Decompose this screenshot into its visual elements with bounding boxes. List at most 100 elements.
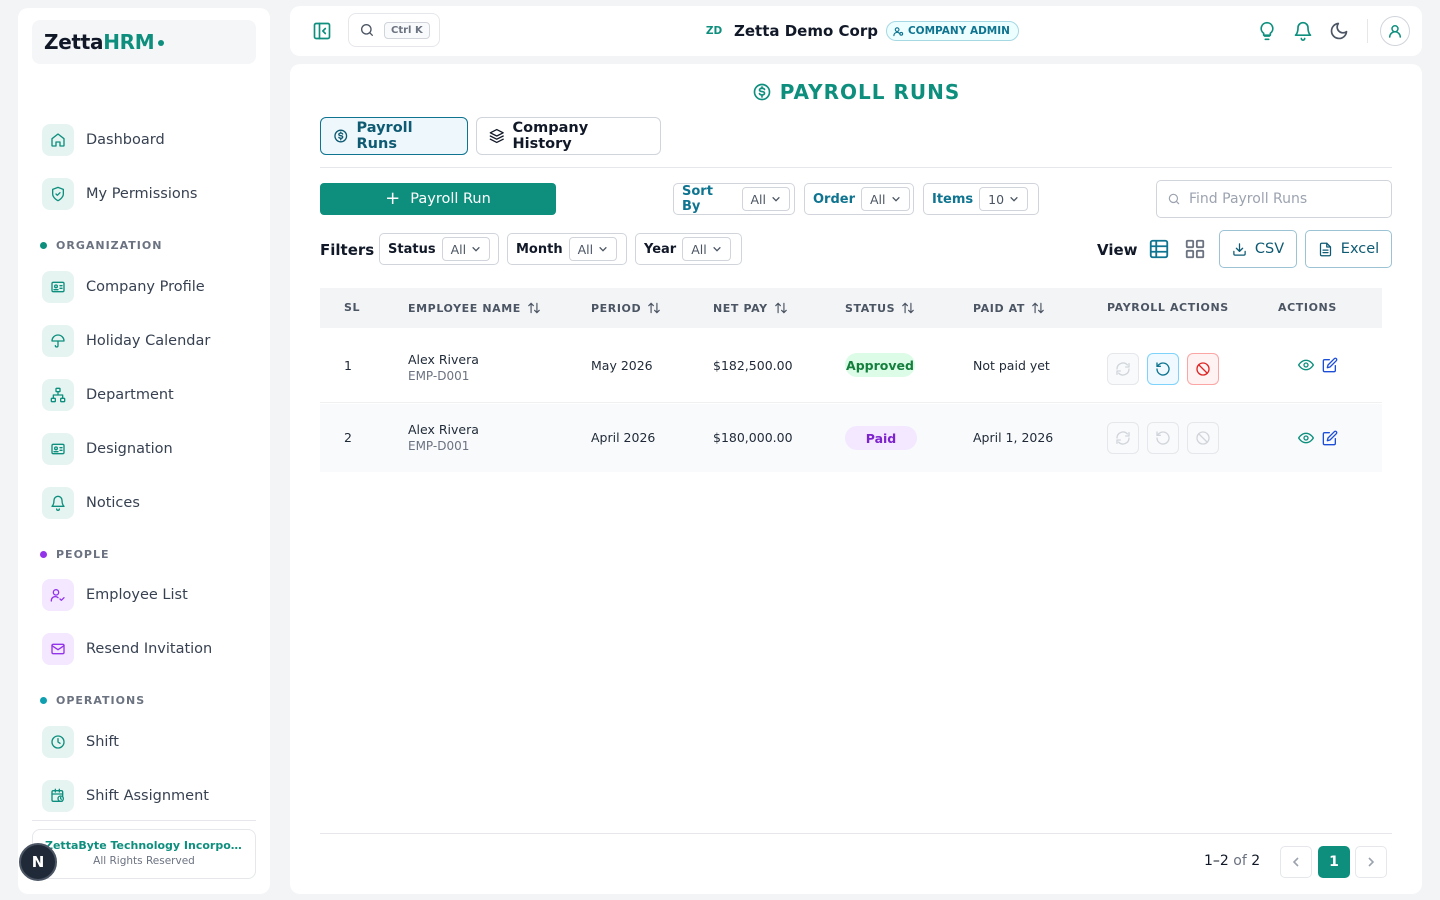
sidebar-item-shift[interactable]: Shift — [42, 725, 119, 759]
select-label: Month — [516, 241, 563, 257]
sidebar-item-department[interactable]: Department — [42, 378, 174, 412]
cell-paid-at: April 1, 2026 — [973, 430, 1054, 445]
cancel-run-button[interactable] — [1187, 422, 1219, 454]
chevron-down-icon — [772, 196, 780, 202]
chevron-down-icon — [599, 246, 607, 252]
user-avatar-button[interactable] — [1380, 16, 1410, 46]
company-initials: ZD — [705, 25, 723, 37]
user-icon — [1389, 25, 1401, 38]
cell-sl: 2 — [344, 430, 352, 445]
next-page-button[interactable] — [1355, 846, 1387, 878]
cell-paid-at: Not paid yet — [973, 358, 1050, 373]
dollar-circle-icon — [753, 83, 771, 101]
keyboard-shortcut: Ctrl K — [384, 21, 430, 39]
tab-payroll-runs[interactable]: Payroll Runs — [320, 117, 468, 155]
pagination-info: 1–2 of 2 — [1204, 853, 1260, 869]
column-header-employee-name[interactable]: EMPLOYEE NAME — [408, 301, 541, 315]
select-value[interactable]: All — [568, 237, 618, 261]
grid-view-icon[interactable] — [1184, 238, 1206, 260]
year-filter-select[interactable]: Year All — [635, 233, 742, 265]
chevron-down-icon — [1010, 196, 1018, 202]
export-csv-button[interactable]: CSV — [1219, 230, 1297, 268]
topbar-divider — [1367, 19, 1368, 43]
chevron-down-icon — [712, 246, 721, 252]
brand-logo[interactable]: ZettaHRM — [32, 20, 256, 64]
edit-icon[interactable] — [1322, 357, 1338, 373]
cell-employee: Alex Rivera EMP-D001 — [408, 352, 479, 383]
column-header-period[interactable]: PERIOD — [591, 301, 661, 315]
assistant-launcher-button[interactable]: N — [19, 843, 57, 881]
regenerate-button[interactable] — [1107, 353, 1139, 385]
sidebar-toggle-icon[interactable] — [312, 21, 332, 41]
sidebar-item-dashboard[interactable]: Dashboard — [42, 123, 165, 157]
column-header-label: PAYROLL ACTIONS — [1107, 301, 1229, 314]
file-icon — [1319, 242, 1331, 256]
order-select[interactable]: Order All — [804, 183, 914, 215]
column-header-label: PAID AT — [973, 301, 1025, 315]
mail-icon — [42, 633, 74, 665]
sidebar-item-designation[interactable]: Designation — [42, 432, 173, 466]
view-eye-icon[interactable] — [1297, 430, 1315, 446]
month-filter-select[interactable]: Month All — [507, 233, 627, 265]
select-value[interactable]: 10 — [979, 187, 1029, 211]
select-label: Status — [388, 241, 436, 257]
edit-icon[interactable] — [1322, 430, 1338, 446]
column-header-paid-at[interactable]: PAID AT — [973, 301, 1045, 315]
umbrella-icon — [42, 325, 74, 357]
regenerate-button[interactable] — [1107, 422, 1139, 454]
revert-button[interactable] — [1147, 353, 1179, 385]
select-value-text: All — [870, 191, 886, 207]
global-search-button[interactable]: Ctrl K — [348, 13, 440, 47]
table-view-icon[interactable] — [1148, 238, 1170, 260]
select-value-text: All — [450, 241, 467, 257]
sidebar-item-resend-invitation[interactable]: Resend Invitation — [42, 632, 212, 666]
items-per-page-select[interactable]: Items 10 — [923, 183, 1039, 215]
refresh-icon — [1116, 431, 1130, 445]
sort-icon — [902, 302, 915, 314]
sidebar-item-company-profile[interactable]: Company Profile — [42, 270, 205, 304]
employee-id: EMP-D001 — [408, 439, 470, 453]
search-input[interactable] — [1189, 191, 1379, 207]
find-payroll-runs-field[interactable] — [1156, 180, 1392, 218]
page-button-current[interactable]: 1 — [1318, 846, 1350, 878]
sidebar-item-shift-assignment[interactable]: Shift Assignment — [42, 779, 209, 813]
select-value[interactable]: All — [441, 237, 491, 261]
export-excel-button[interactable]: Excel — [1305, 230, 1392, 268]
column-header-actions: ACTIONS — [1278, 301, 1337, 314]
column-header-net-pay[interactable]: NET PAY — [713, 301, 788, 315]
cancel-run-button[interactable] — [1187, 353, 1219, 385]
filters-label: Filters — [320, 241, 375, 259]
select-value[interactable]: All — [861, 187, 910, 211]
cell-net-pay: $182,500.00 — [713, 358, 793, 373]
sidebar-item-label: Notices — [86, 495, 140, 511]
section-people: PEOPLE — [40, 548, 110, 561]
org-chart-icon — [42, 379, 74, 411]
ban-icon — [1196, 362, 1210, 376]
cell-employee: Alex Rivera EMP-D001 — [408, 422, 479, 453]
sidebar-item-employee-list[interactable]: Employee List — [42, 578, 188, 612]
column-header-label: EMPLOYEE NAME — [408, 301, 521, 315]
moon-icon[interactable] — [1329, 21, 1349, 41]
view-eye-icon[interactable] — [1297, 357, 1315, 373]
search-icon — [1168, 193, 1180, 205]
select-value[interactable]: All — [741, 187, 790, 211]
revert-button[interactable] — [1147, 422, 1179, 454]
section-title: OPERATIONS — [56, 694, 146, 707]
column-header-status[interactable]: STATUS — [845, 301, 915, 315]
lightbulb-icon[interactable] — [1257, 21, 1277, 41]
prev-page-button[interactable] — [1280, 846, 1312, 878]
tab-company-history[interactable]: Company History — [476, 117, 661, 155]
select-value[interactable]: All — [682, 237, 731, 261]
sidebar-item-label: Employee List — [86, 587, 188, 603]
bell-icon[interactable] — [1293, 21, 1313, 41]
company-switcher[interactable]: ZD Zetta Demo Corp COMPANY ADMIN — [702, 19, 1019, 43]
sort-by-select[interactable]: Sort By All — [673, 183, 795, 215]
column-header-label: STATUS — [845, 301, 896, 315]
status-filter-select[interactable]: Status All — [379, 233, 499, 265]
role-badge: COMPANY ADMIN — [885, 21, 1019, 41]
sidebar-item-holiday-calendar[interactable]: Holiday Calendar — [42, 324, 210, 358]
add-payroll-run-button[interactable]: + Payroll Run — [320, 183, 556, 215]
sidebar-item-notices[interactable]: Notices — [42, 486, 140, 520]
sidebar-item-label: Designation — [86, 441, 173, 457]
sidebar-item-my-permissions[interactable]: My Permissions — [42, 177, 197, 211]
